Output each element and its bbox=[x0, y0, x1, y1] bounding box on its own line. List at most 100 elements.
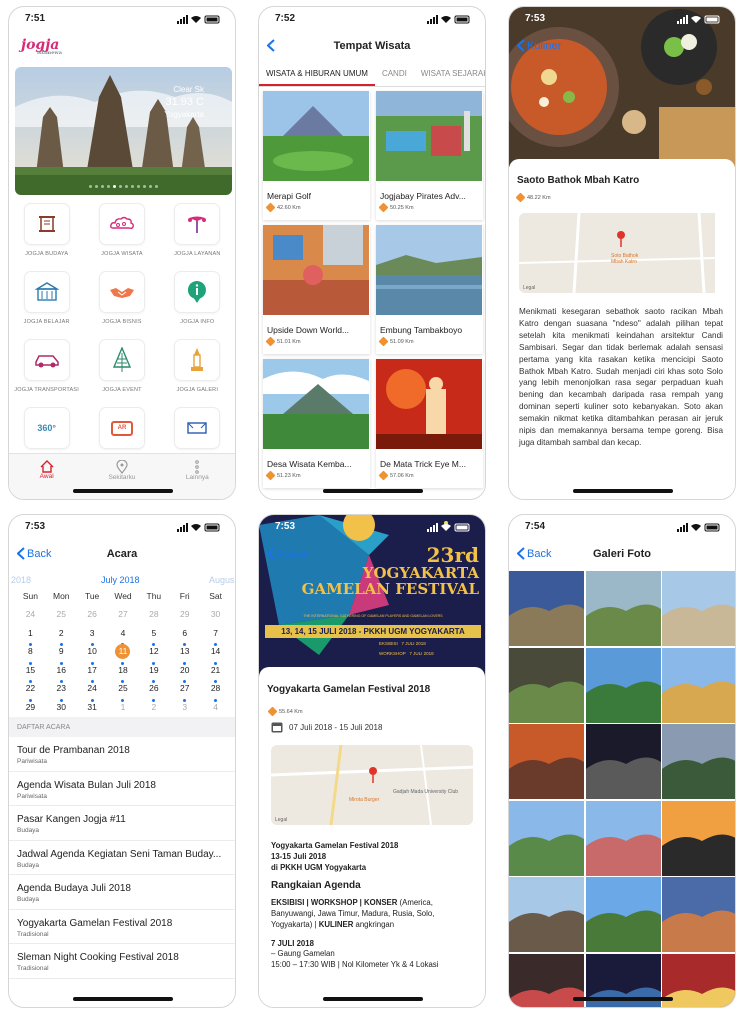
gallery-photo[interactable] bbox=[585, 647, 661, 723]
gallery-photo[interactable] bbox=[662, 571, 735, 646]
calendar-day[interactable]: 21 bbox=[200, 665, 231, 683]
gallery-photo[interactable] bbox=[662, 800, 735, 876]
calendar-day[interactable]: 6 bbox=[169, 628, 200, 646]
tab-wisata-sejarah[interactable]: WISATA SEJARAH bbox=[414, 65, 485, 86]
calendar-day[interactable]: 22 bbox=[15, 683, 46, 702]
place-card[interactable]: De Mata Trick Eye M... 57.06 Km bbox=[376, 359, 483, 488]
calendar-day[interactable]: 17 bbox=[77, 665, 108, 683]
place-card[interactable]: Merapi Golf 42.60 Km bbox=[263, 91, 370, 220]
calendar-day[interactable]: 24 bbox=[15, 609, 46, 628]
calendar-day[interactable]: 11 bbox=[108, 644, 139, 665]
month-scroller[interactable]: 2018 July 2018 Augus bbox=[9, 575, 235, 587]
map-legal[interactable]: Legal bbox=[275, 817, 287, 823]
calendar-day[interactable]: 28 bbox=[138, 609, 169, 628]
calendar-day[interactable]: 27 bbox=[169, 683, 200, 702]
menu-jogja-info[interactable]: JOGJA INFO bbox=[160, 271, 235, 325]
calendar-day[interactable]: 7 bbox=[200, 628, 231, 646]
next-month[interactable]: Augus bbox=[209, 575, 235, 585]
calendar-day[interactable]: 10 bbox=[77, 646, 108, 665]
tab-candi[interactable]: CANDI bbox=[375, 65, 414, 86]
gallery-photo[interactable] bbox=[585, 571, 661, 646]
calendar-day[interactable]: 26 bbox=[77, 609, 108, 628]
event-item[interactable]: Jadwal Agenda Kegiatan Seni Taman Buday.… bbox=[9, 841, 235, 875]
event-category: Pariwisata bbox=[17, 792, 47, 800]
gallery-photo[interactable] bbox=[662, 647, 735, 723]
gallery-photo[interactable] bbox=[509, 647, 584, 723]
calendar-day[interactable]: 26 bbox=[138, 683, 169, 702]
menu-jogja-event[interactable]: JOGJA EVENT bbox=[84, 339, 159, 393]
calendar-day[interactable]: 1 bbox=[15, 628, 46, 646]
gallery-photo[interactable] bbox=[509, 800, 584, 876]
gallery-photo[interactable] bbox=[509, 724, 584, 799]
calendar-day[interactable]: 28 bbox=[200, 683, 231, 702]
place-image bbox=[263, 359, 369, 449]
location-map[interactable]: Soto Bathok Mbah Katro Legal bbox=[519, 213, 723, 293]
place-name: Merapi Golf bbox=[267, 191, 311, 201]
place-card[interactable]: Desa Wisata Kemba... 51.23 Km bbox=[263, 359, 370, 488]
back-button[interactable]: Acara bbox=[267, 547, 306, 560]
event-item[interactable]: Agenda Budaya Juli 2018 Budaya bbox=[9, 875, 235, 910]
weather-temperature: 31.93 C bbox=[165, 96, 204, 109]
event-item[interactable]: Agenda Wisata Bulan Juli 2018 Pariwisata bbox=[9, 772, 235, 806]
location-map[interactable]: Mirota Burger Gadjah Mada University Clu… bbox=[271, 745, 473, 825]
gallery-photo[interactable] bbox=[585, 724, 661, 799]
event-item[interactable]: Yogyakarta Gamelan Festival 2018 Tradisio… bbox=[9, 910, 235, 944]
distance-value: 48.22 Km bbox=[527, 194, 551, 201]
tab-lainnya[interactable]: Lainnya bbox=[160, 454, 235, 499]
gallery-photo[interactable] bbox=[662, 953, 735, 1007]
calendar-day[interactable]: 2 bbox=[46, 628, 77, 646]
prev-month[interactable]: 2018 bbox=[11, 575, 31, 585]
calendar-day[interactable]: 29 bbox=[169, 609, 200, 628]
vr-icon bbox=[187, 422, 208, 434]
menu-jogja-wisata[interactable]: JOGJA WISATA bbox=[84, 203, 159, 257]
back-button[interactable]: Kuliner bbox=[517, 39, 561, 52]
menu-jogja-galeri[interactable]: JOGJA GALERI bbox=[160, 339, 235, 393]
calendar-day[interactable]: 24 bbox=[77, 683, 108, 702]
calendar-day[interactable]: 16 bbox=[46, 665, 77, 683]
place-card[interactable]: Upside Down World... 51.01 Km bbox=[263, 225, 370, 354]
place-card[interactable]: Jogjabay Pirates Adv... 50.25 Km bbox=[376, 91, 483, 220]
menu-jogja-belajar[interactable]: JOGJA BELAJAR bbox=[9, 271, 84, 325]
menu-jogja-transportasi[interactable]: JOGJA TRANSPORTASI bbox=[9, 339, 84, 393]
gallery-photo[interactable] bbox=[662, 877, 735, 952]
menu-ar[interactable]: AR bbox=[84, 407, 159, 449]
tab-wisata-hiburan[interactable]: WISATA & HIBURAN UMUM bbox=[259, 65, 375, 86]
place-card[interactable]: Embung Tambakboyo 51.09 Km bbox=[376, 225, 483, 354]
tab-sekitarku[interactable]: Sekitarku bbox=[84, 454, 159, 499]
menu-jogja-bisnis[interactable]: JOGJA BISNIS bbox=[84, 271, 159, 325]
calendar-day[interactable]: 19 bbox=[138, 665, 169, 683]
menu-jogja-budaya[interactable]: JOGJA BUDAYA bbox=[9, 203, 84, 257]
calendar-day[interactable]: 8 bbox=[15, 646, 46, 665]
gallery-photo[interactable] bbox=[585, 877, 661, 952]
event-item[interactable]: Sleman Night Cooking Festival 2018 Tradis… bbox=[9, 944, 235, 979]
calendar-day[interactable]: 23 bbox=[46, 683, 77, 702]
calendar-day[interactable]: 14 bbox=[200, 646, 231, 665]
menu-360[interactable]: 360° bbox=[9, 407, 84, 449]
gallery-photo[interactable] bbox=[585, 800, 661, 876]
event-item[interactable]: Pasar Kangen Jogja #11 Budaya bbox=[9, 806, 235, 841]
carousel-dots[interactable] bbox=[15, 185, 232, 188]
calendar-day[interactable]: 27 bbox=[108, 609, 139, 628]
calendar-day[interactable]: 3 bbox=[77, 628, 108, 646]
map-legal[interactable]: Legal bbox=[523, 285, 535, 291]
calendar-day[interactable]: 20 bbox=[169, 665, 200, 683]
calendar-day[interactable]: 30 bbox=[200, 609, 231, 628]
menu-jogja-layanan[interactable]: JOGJA LAYANAN bbox=[160, 203, 235, 257]
gallery-photo[interactable] bbox=[509, 877, 584, 952]
status-time: 7:51 bbox=[25, 13, 46, 24]
calendar-day[interactable]: 9 bbox=[46, 646, 77, 665]
event-item[interactable]: Tour de Prambanan 2018 Pariwisata bbox=[9, 737, 235, 772]
agenda-tail: angkringan bbox=[353, 919, 395, 929]
menu-vr[interactable] bbox=[160, 407, 235, 449]
calendar-day[interactable]: 25 bbox=[46, 609, 77, 628]
calendar-day[interactable]: 5 bbox=[138, 628, 169, 646]
hero-banner[interactable]: Clear Sk 31.93 C Yogyakarta bbox=[15, 67, 232, 195]
tab-awal[interactable]: Awal bbox=[9, 454, 84, 499]
gallery-photo[interactable] bbox=[662, 724, 735, 799]
calendar-day[interactable]: 25 bbox=[108, 683, 139, 702]
calendar-day[interactable]: 13 bbox=[169, 646, 200, 665]
calendar-day[interactable]: 15 bbox=[15, 665, 46, 683]
calendar-day[interactable]: 18 bbox=[108, 665, 139, 683]
gallery-photo[interactable] bbox=[509, 571, 584, 646]
calendar-day[interactable]: 12 bbox=[138, 646, 169, 665]
